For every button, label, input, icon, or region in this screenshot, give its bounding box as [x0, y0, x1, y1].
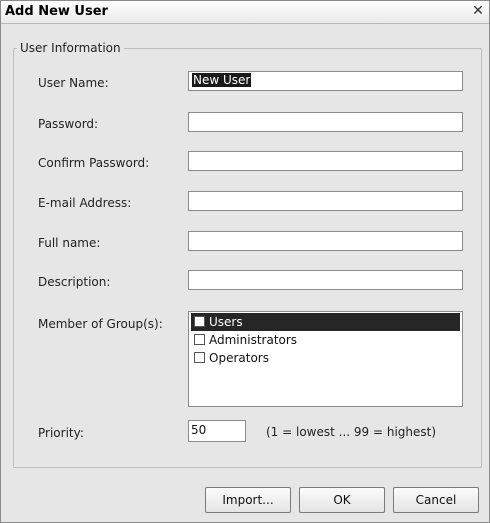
window-title: Add New User	[5, 4, 108, 19]
group-item-operators[interactable]: Operators	[191, 349, 460, 367]
password-field[interactable]	[188, 112, 463, 132]
priority-hint: (1 = lowest ... 99 = highest)	[266, 425, 437, 439]
priority-label: Priority:	[38, 426, 84, 440]
checkbox-icon[interactable]	[194, 352, 205, 363]
description-label: Description:	[38, 275, 111, 289]
username-field[interactable]: New User	[188, 71, 463, 91]
password-label: Password:	[38, 117, 99, 131]
group-item-administrators[interactable]: Administrators	[191, 331, 460, 349]
title-bar: Add New User ✕	[1, 1, 489, 24]
confirm-password-field[interactable]	[188, 151, 463, 171]
checkbox-icon[interactable]	[194, 334, 205, 345]
add-user-dialog: Add New User ✕ User Information User Nam…	[0, 0, 490, 523]
fullname-field[interactable]	[188, 231, 463, 251]
email-field[interactable]	[188, 191, 463, 211]
fullname-label: Full name:	[38, 236, 101, 250]
ok-button[interactable]: OK	[299, 487, 385, 513]
username-value: New User	[192, 73, 252, 87]
group-item-label: Administrators	[209, 333, 298, 347]
group-item-label: Operators	[209, 351, 269, 365]
email-label: E-mail Address:	[38, 196, 132, 210]
groups-listbox[interactable]: Users Administrators Operators	[188, 311, 463, 407]
group-legend: User Information	[17, 41, 124, 55]
group-item-users[interactable]: Users	[191, 313, 460, 331]
checkbox-icon[interactable]	[194, 316, 205, 327]
close-icon[interactable]: ✕	[471, 4, 485, 18]
import-button[interactable]: Import...	[205, 487, 291, 513]
description-field[interactable]	[188, 270, 463, 290]
groups-label: Member of Group(s):	[38, 317, 163, 331]
confirm-password-label: Confirm Password:	[38, 156, 150, 170]
group-item-label: Users	[209, 315, 243, 329]
username-label: User Name:	[38, 76, 109, 90]
cancel-button[interactable]: Cancel	[393, 487, 479, 513]
priority-field[interactable]: 50	[188, 420, 246, 442]
